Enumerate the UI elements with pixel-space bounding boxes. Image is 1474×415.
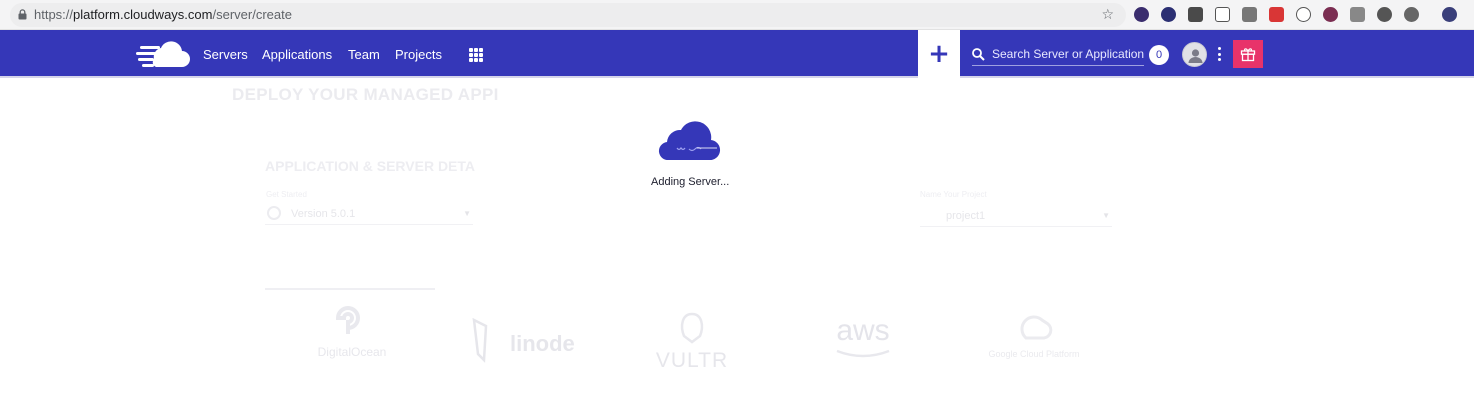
url-scheme: https:// <box>34 7 74 22</box>
provider-label: linode <box>510 331 575 356</box>
nav-projects[interactable]: Projects <box>395 47 442 62</box>
lock-icon <box>18 9 27 20</box>
gift-button[interactable] <box>1233 40 1263 68</box>
search-box <box>972 44 1144 66</box>
linode-logo-icon <box>472 318 488 363</box>
project-select-value: project1 <box>946 210 986 222</box>
user-avatar[interactable] <box>1182 42 1207 67</box>
extension-icon-3[interactable] <box>1188 7 1203 22</box>
vultr-logo-icon <box>680 312 704 344</box>
wordpress-icon <box>267 206 281 220</box>
extension-icon-2[interactable] <box>1161 7 1176 22</box>
google-cloud-logo-icon <box>1020 315 1053 340</box>
extension-icon-4[interactable] <box>1215 7 1230 22</box>
provider-aws[interactable]: aws <box>830 316 896 364</box>
gift-icon <box>1240 48 1256 62</box>
provider-label: Google Cloud Platform <box>988 349 1080 359</box>
profile-icon[interactable] <box>1442 7 1457 22</box>
loading-cloud-icon <box>658 121 721 161</box>
application-select[interactable]: Version 5.0.1 ▼ <box>265 203 473 225</box>
nav-applications[interactable]: Applications <box>262 47 332 62</box>
application-field-label: Get Started <box>266 190 307 199</box>
cloudways-logo[interactable] <box>136 40 190 70</box>
settings-extension-icon[interactable] <box>1404 7 1419 22</box>
digitalocean-logo-icon <box>335 306 360 334</box>
url-host: platform.cloudways.com <box>73 7 213 22</box>
app-header: Servers Applications Team Projects + 0 <box>0 30 1474 78</box>
provider-label: VULTR <box>655 349 729 372</box>
extension-icon-8[interactable] <box>1323 7 1338 22</box>
search-input[interactable] <box>992 45 1144 63</box>
more-options-icon[interactable] <box>1216 47 1222 61</box>
provider-label: DigitalOcean <box>317 345 387 359</box>
loading-status-text: Adding Server... <box>651 176 730 188</box>
bookmark-star-icon[interactable]: ☆ <box>1101 6 1114 23</box>
provider-vultr[interactable]: VULTR <box>655 312 729 373</box>
address-bar[interactable]: https://platform.cloudways.com/server/cr… <box>10 3 1126 27</box>
nav-servers[interactable]: Servers <box>203 47 248 62</box>
search-icon <box>972 48 985 61</box>
extension-icon-6[interactable] <box>1269 7 1284 22</box>
url-path: /server/create <box>212 7 292 22</box>
extension-icon-5[interactable] <box>1242 7 1257 22</box>
provider-tab-underline <box>265 288 435 290</box>
nav-team[interactable]: Team <box>348 47 380 62</box>
chevron-down-icon: ▼ <box>463 209 471 218</box>
user-icon <box>1188 49 1203 63</box>
notification-count-badge[interactable]: 0 <box>1149 45 1169 65</box>
provider-digitalocean[interactable]: DigitalOcean <box>310 302 394 359</box>
add-button[interactable]: + <box>918 30 960 78</box>
chevron-down-icon: ▼ <box>1102 211 1110 220</box>
url-text[interactable]: https://platform.cloudways.com/server/cr… <box>34 7 292 22</box>
extension-icon-1[interactable] <box>1134 7 1149 22</box>
section-title: APPLICATION & SERVER DETA <box>265 158 476 174</box>
page-title: DEPLOY YOUR MANAGED APPI <box>232 85 499 104</box>
application-select-value: Version 5.0.1 <box>291 208 356 220</box>
extension-icon-9[interactable] <box>1350 7 1365 22</box>
project-field-label: Name Your Project <box>920 190 987 199</box>
extension-icon-7[interactable] <box>1296 7 1311 22</box>
provider-label: aws <box>836 314 890 347</box>
apps-grid-icon[interactable] <box>469 48 483 62</box>
provider-gcp[interactable]: Google Cloud Platform <box>980 310 1088 359</box>
project-select[interactable]: project1 ▼ <box>920 205 1112 227</box>
aws-smile-icon <box>836 349 890 358</box>
browser-toolbar: https://platform.cloudways.com/server/cr… <box>0 0 1474 30</box>
extension-icon-10[interactable] <box>1377 7 1392 22</box>
server-create-form-backdrop: DEPLOY YOUR MANAGED APPI APPLICATION & S… <box>0 80 1474 415</box>
